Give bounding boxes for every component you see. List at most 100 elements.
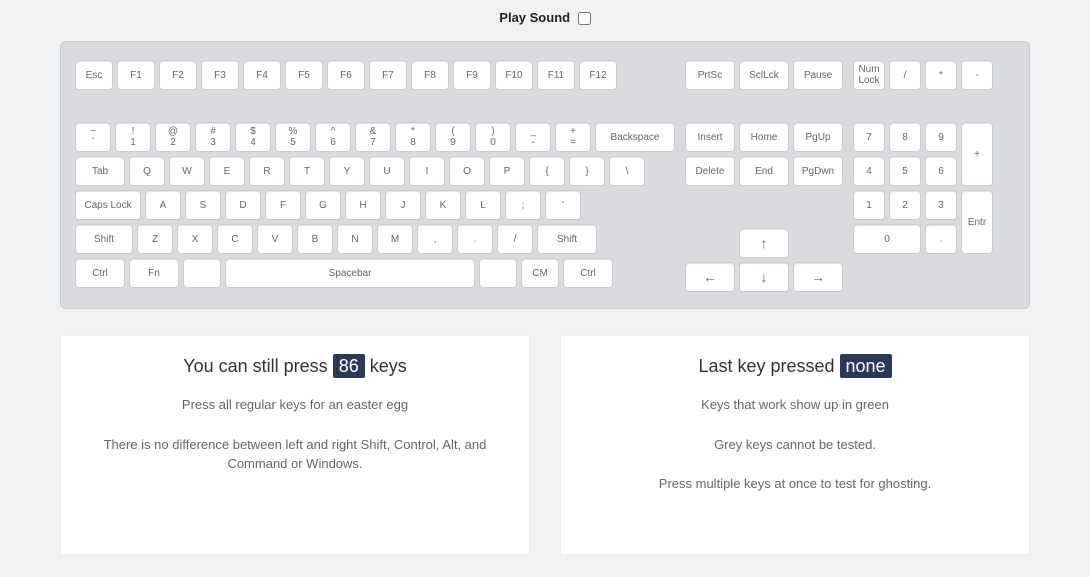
key-r[interactable]: R	[249, 156, 285, 186]
key-np-star[interactable]: *	[925, 60, 957, 90]
key-h[interactable]: H	[345, 190, 381, 220]
key-3[interactable]: #3	[195, 122, 231, 152]
key-f4[interactable]: F4	[243, 60, 281, 90]
key-8[interactable]: *8	[395, 122, 431, 152]
key-'[interactable]: '	[545, 190, 581, 220]
key-d[interactable]: D	[225, 190, 261, 220]
key-o[interactable]: O	[449, 156, 485, 186]
key-pgdwn[interactable]: PgDwn	[793, 156, 843, 186]
key-f11[interactable]: F11	[537, 60, 575, 90]
key-fn[interactable]: Fn	[129, 258, 179, 288]
key-7[interactable]: &7	[355, 122, 391, 152]
key-.[interactable]: .	[457, 224, 493, 254]
key-arrow-right[interactable]: →	[793, 262, 843, 292]
numpad-enter[interactable]: Entr	[961, 190, 993, 254]
key-f6[interactable]: F6	[327, 60, 365, 90]
key-c[interactable]: C	[217, 224, 253, 254]
key-f7[interactable]: F7	[369, 60, 407, 90]
key-np-8[interactable]: 8	[889, 122, 921, 152]
sound-checkbox[interactable]	[578, 12, 591, 25]
key-shift-left[interactable]: Shift	[75, 224, 133, 254]
key-4[interactable]: $4	[235, 122, 271, 152]
key-end[interactable]: End	[739, 156, 789, 186]
key-s[interactable]: S	[185, 190, 221, 220]
key-np-3[interactable]: 3	[925, 190, 957, 220]
key-f5[interactable]: F5	[285, 60, 323, 90]
key-{[interactable]: {	[529, 156, 565, 186]
key-shift-right[interactable]: Shift	[537, 224, 597, 254]
key-1[interactable]: !1	[115, 122, 151, 152]
key-np-dot[interactable]: .	[925, 224, 957, 254]
key-f3[interactable]: F3	[201, 60, 239, 90]
key-capslock[interactable]: Caps Lock	[75, 190, 141, 220]
key-tab[interactable]: Tab	[75, 156, 125, 186]
key-pause[interactable]: Pause	[793, 60, 843, 90]
key-n[interactable]: N	[337, 224, 373, 254]
key-delete[interactable]: Delete	[685, 156, 735, 186]
key-6[interactable]: ^6	[315, 122, 351, 152]
key-g[interactable]: G	[305, 190, 341, 220]
key-\[interactable]: \	[609, 156, 645, 186]
key-q[interactable]: Q	[129, 156, 165, 186]
key-f10[interactable]: F10	[495, 60, 533, 90]
key-f[interactable]: F	[265, 190, 301, 220]
key-5[interactable]: %5	[275, 122, 311, 152]
key-ctrl-left[interactable]: Ctrl	[75, 258, 125, 288]
key-k[interactable]: K	[425, 190, 461, 220]
key-f9[interactable]: F9	[453, 60, 491, 90]
key-alt-right[interactable]	[479, 258, 517, 288]
key-np-6[interactable]: 6	[925, 156, 957, 186]
key-f8[interactable]: F8	[411, 60, 449, 90]
key-u[interactable]: U	[369, 156, 405, 186]
key-np-9[interactable]: 9	[925, 122, 957, 152]
key-w[interactable]: W	[169, 156, 205, 186]
key-arrow-up[interactable]: ↑	[739, 228, 789, 258]
key-,[interactable]: ,	[417, 224, 453, 254]
key-=[interactable]: +=	[555, 122, 591, 152]
key-numlock[interactable]: NumLock	[853, 60, 885, 90]
key-e[interactable]: E	[209, 156, 245, 186]
key-`[interactable]: ~`	[75, 122, 111, 152]
key-np-1[interactable]: 1	[853, 190, 885, 220]
key-backspace[interactable]: Backspace	[595, 122, 675, 152]
key-f1[interactable]: F1	[117, 60, 155, 90]
key-insert[interactable]: Insert	[685, 122, 735, 152]
key-np-7[interactable]: 7	[853, 122, 885, 152]
key-esc[interactable]: Esc	[75, 60, 113, 90]
key-np-slash[interactable]: /	[889, 60, 921, 90]
key--[interactable]: _-	[515, 122, 551, 152]
key-f12[interactable]: F12	[579, 60, 617, 90]
key-np-2[interactable]: 2	[889, 190, 921, 220]
key-z[interactable]: Z	[137, 224, 173, 254]
numpad-plus[interactable]: +	[961, 122, 993, 186]
key-scllck[interactable]: SclLck	[739, 60, 789, 90]
key-v[interactable]: V	[257, 224, 293, 254]
key-context-menu[interactable]: CM	[521, 258, 559, 288]
key-prtsc[interactable]: PrtSc	[685, 60, 735, 90]
key-9[interactable]: (9	[435, 122, 471, 152]
key-pgup[interactable]: PgUp	[793, 122, 843, 152]
key-f2[interactable]: F2	[159, 60, 197, 90]
key-0[interactable]: )0	[475, 122, 511, 152]
key-arrow-left[interactable]: ←	[685, 262, 735, 292]
key-arrow-down[interactable]: ↓	[739, 262, 789, 292]
key-home[interactable]: Home	[739, 122, 789, 152]
key-}[interactable]: }	[569, 156, 605, 186]
key-m[interactable]: M	[377, 224, 413, 254]
key-/[interactable]: /	[497, 224, 533, 254]
key-np-5[interactable]: 5	[889, 156, 921, 186]
key-np-0[interactable]: 0	[853, 224, 921, 254]
key-j[interactable]: J	[385, 190, 421, 220]
key-ctrl-right[interactable]: Ctrl	[563, 258, 613, 288]
key-np-4[interactable]: 4	[853, 156, 885, 186]
key-np-minus[interactable]: -	[961, 60, 993, 90]
key-y[interactable]: Y	[329, 156, 365, 186]
key-a[interactable]: A	[145, 190, 181, 220]
key-x[interactable]: X	[177, 224, 213, 254]
key-t[interactable]: T	[289, 156, 325, 186]
key-2[interactable]: @2	[155, 122, 191, 152]
key-alt-left[interactable]	[183, 258, 221, 288]
key-i[interactable]: I	[409, 156, 445, 186]
key-;[interactable]: ;	[505, 190, 541, 220]
key-l[interactable]: L	[465, 190, 501, 220]
